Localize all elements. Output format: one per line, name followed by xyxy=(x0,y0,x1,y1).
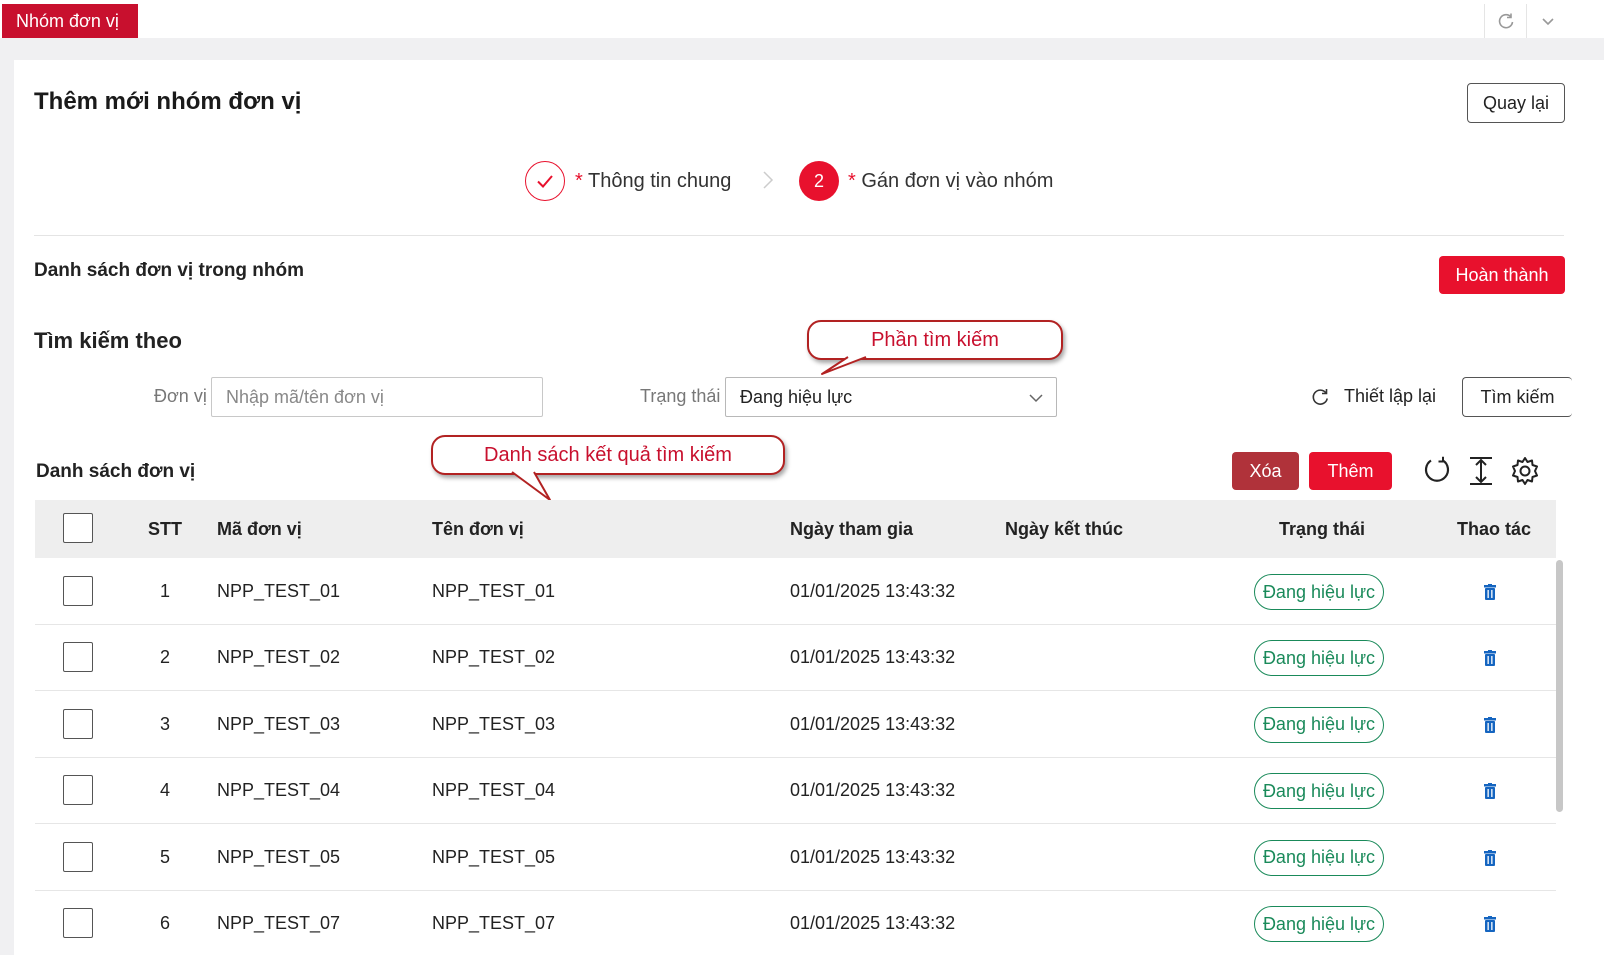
row-checkbox[interactable] xyxy=(63,642,93,673)
check-icon xyxy=(537,175,553,188)
cell-unit-code: NPP_TEST_07 xyxy=(217,913,341,933)
status-badge: Đang hiệu lực xyxy=(1254,773,1384,810)
row-checkbox[interactable] xyxy=(63,775,93,806)
chevron-down-icon xyxy=(1541,18,1554,26)
cell-unit-name: NPP_TEST_07 xyxy=(432,913,556,933)
cell-stt: 2 xyxy=(160,647,171,668)
table-row: 1 NPP_TEST_01 NPP_TEST_01 01/01/2025 13:43:… xyxy=(35,559,1556,625)
cell-unit-name: NPP_TEST_01 xyxy=(432,581,556,601)
cell-stt: 1 xyxy=(160,581,171,601)
header-divider xyxy=(34,235,1564,236)
trash-icon[interactable] xyxy=(1483,650,1497,671)
col-unit-code: Mã đơn vị xyxy=(217,519,302,539)
row-checkbox[interactable] xyxy=(63,841,93,872)
unit-search-input[interactable] xyxy=(211,377,543,417)
status-badge: Đang hiệu lực xyxy=(1254,574,1384,610)
reload-icon xyxy=(1312,388,1328,405)
cell-join-date: 01/01/2025 13:43:32 xyxy=(790,647,956,668)
unit-list-title: Danh sách đơn vị xyxy=(36,461,196,482)
table-row: 3 NPP_TEST_03 NPP_TEST_03 01/01/2025 13:43:… xyxy=(35,691,1556,758)
row-checkbox[interactable] xyxy=(63,576,93,606)
cell-unit-name: NPP_TEST_03 xyxy=(432,713,556,734)
tab-menu-button[interactable] xyxy=(1526,4,1568,38)
cell-unit-code: NPP_TEST_02 xyxy=(217,647,341,668)
chevron-right-icon xyxy=(763,171,774,189)
trash-icon[interactable] xyxy=(1483,584,1497,605)
cell-join-date: 01/01/2025 13:43:32 xyxy=(790,780,956,801)
cell-stt: 4 xyxy=(160,780,171,801)
trash-icon[interactable] xyxy=(1483,849,1497,871)
col-end-date: Ngày kết thúc xyxy=(1005,519,1124,539)
chevron-down-icon xyxy=(1029,394,1043,403)
cell-join-date: 01/01/2025 13:43:32 xyxy=(790,581,956,601)
step-2-active-circle: 2 xyxy=(799,161,839,201)
cell-join-date: 01/01/2025 13:43:32 xyxy=(790,846,956,867)
cell-stt: 3 xyxy=(160,713,171,734)
page-title: Thêm mới nhóm đơn vị xyxy=(34,88,302,115)
callout-search-area: Phần tìm kiếm xyxy=(807,320,1063,360)
cell-unit-code: NPP_TEST_05 xyxy=(217,846,341,867)
cell-unit-code: NPP_TEST_01 xyxy=(217,581,341,601)
table-row: 5 NPP_TEST_05 NPP_TEST_05 01/01/2025 13:43:… xyxy=(35,824,1556,891)
status-badge: Đang hiệu lực xyxy=(1254,906,1384,942)
table-row: 4 NPP_TEST_04 NPP_TEST_04 01/01/2025 13:43:… xyxy=(35,758,1556,825)
status-badge: Đang hiệu lực xyxy=(1254,839,1384,876)
callout-results-list: Danh sách kết quả tìm kiếm xyxy=(431,435,785,475)
cell-unit-name: NPP_TEST_02 xyxy=(432,647,556,668)
unit-field-label: Đơn vị xyxy=(154,386,207,406)
reset-button[interactable]: Thiết lập lại xyxy=(1310,386,1436,407)
content-top-gutter xyxy=(0,38,1604,60)
status-select-value: Đang hiệu lực xyxy=(740,386,853,407)
table-scrollbar[interactable] xyxy=(1556,560,1563,812)
row-checkbox[interactable] xyxy=(63,908,93,938)
step-2-label[interactable]: * Gán đơn vị vào nhóm xyxy=(848,170,1053,193)
col-join-date: Ngày tham gia xyxy=(790,519,914,539)
table-row: 2 NPP_TEST_02 NPP_TEST_02 01/01/2025 13:43:… xyxy=(35,625,1556,692)
refresh-icon xyxy=(1498,13,1513,29)
delete-button[interactable]: Xóa xyxy=(1232,452,1299,490)
table-row: 6 NPP_TEST_07 NPP_TEST_07 01/01/2025 13:43:… xyxy=(35,891,1556,955)
col-stt: STT xyxy=(148,519,182,539)
cell-stt: 6 xyxy=(160,913,171,933)
search-title: Tìm kiếm theo xyxy=(34,328,182,353)
row-height-icon[interactable] xyxy=(1469,456,1493,486)
content-left-gutter xyxy=(0,38,14,955)
gear-icon[interactable] xyxy=(1510,456,1540,486)
reset-label: Thiết lập lại xyxy=(1344,386,1437,406)
group-list-title: Danh sách đơn vị trong nhóm xyxy=(34,260,305,281)
cell-join-date: 01/01/2025 13:43:32 xyxy=(790,713,956,734)
top-bar: Nhóm đơn vị xyxy=(0,0,1604,38)
status-badge: Đang hiệu lực xyxy=(1254,706,1384,743)
cell-unit-code: NPP_TEST_04 xyxy=(217,780,341,801)
trash-icon[interactable] xyxy=(1483,716,1497,738)
col-unit-name: Tên đơn vị xyxy=(432,519,524,539)
search-button[interactable]: Tìm kiếm xyxy=(1462,377,1572,417)
cell-unit-name: NPP_TEST_05 xyxy=(432,846,556,867)
step-1-label[interactable]: * Thông tin chung xyxy=(575,170,731,193)
tab-unit-group[interactable]: Nhóm đơn vị xyxy=(2,4,138,38)
trash-icon[interactable] xyxy=(1483,916,1497,937)
callout-results-pointer xyxy=(511,471,551,501)
callout-search-pointer xyxy=(821,356,867,375)
trash-icon[interactable] xyxy=(1483,783,1497,804)
cell-join-date: 01/01/2025 13:43:32 xyxy=(790,913,956,933)
cell-unit-code: NPP_TEST_03 xyxy=(217,713,341,734)
status-badge: Đang hiệu lực xyxy=(1254,640,1384,677)
row-checkbox[interactable] xyxy=(63,708,93,739)
step-1-done-circle xyxy=(525,161,565,201)
finish-button[interactable]: Hoàn thành xyxy=(1439,256,1565,294)
status-select[interactable]: Đang hiệu lực xyxy=(725,377,1057,417)
status-field-label: Trạng thái xyxy=(640,386,721,406)
add-button[interactable]: Thêm xyxy=(1309,452,1392,490)
cell-stt: 5 xyxy=(160,846,171,867)
refresh-tab-button[interactable] xyxy=(1484,4,1526,38)
reload-icon[interactable] xyxy=(1423,456,1451,486)
col-actions: Thao tác xyxy=(1457,519,1532,539)
cell-unit-name: NPP_TEST_04 xyxy=(432,780,556,801)
select-all-checkbox[interactable] xyxy=(63,513,93,543)
back-button[interactable]: Quay lại xyxy=(1467,83,1565,123)
table-header: STT Mã đơn vị Tên đơn vị Ngày tham gia N… xyxy=(35,500,1556,558)
col-status: Trạng thái xyxy=(1279,519,1366,539)
